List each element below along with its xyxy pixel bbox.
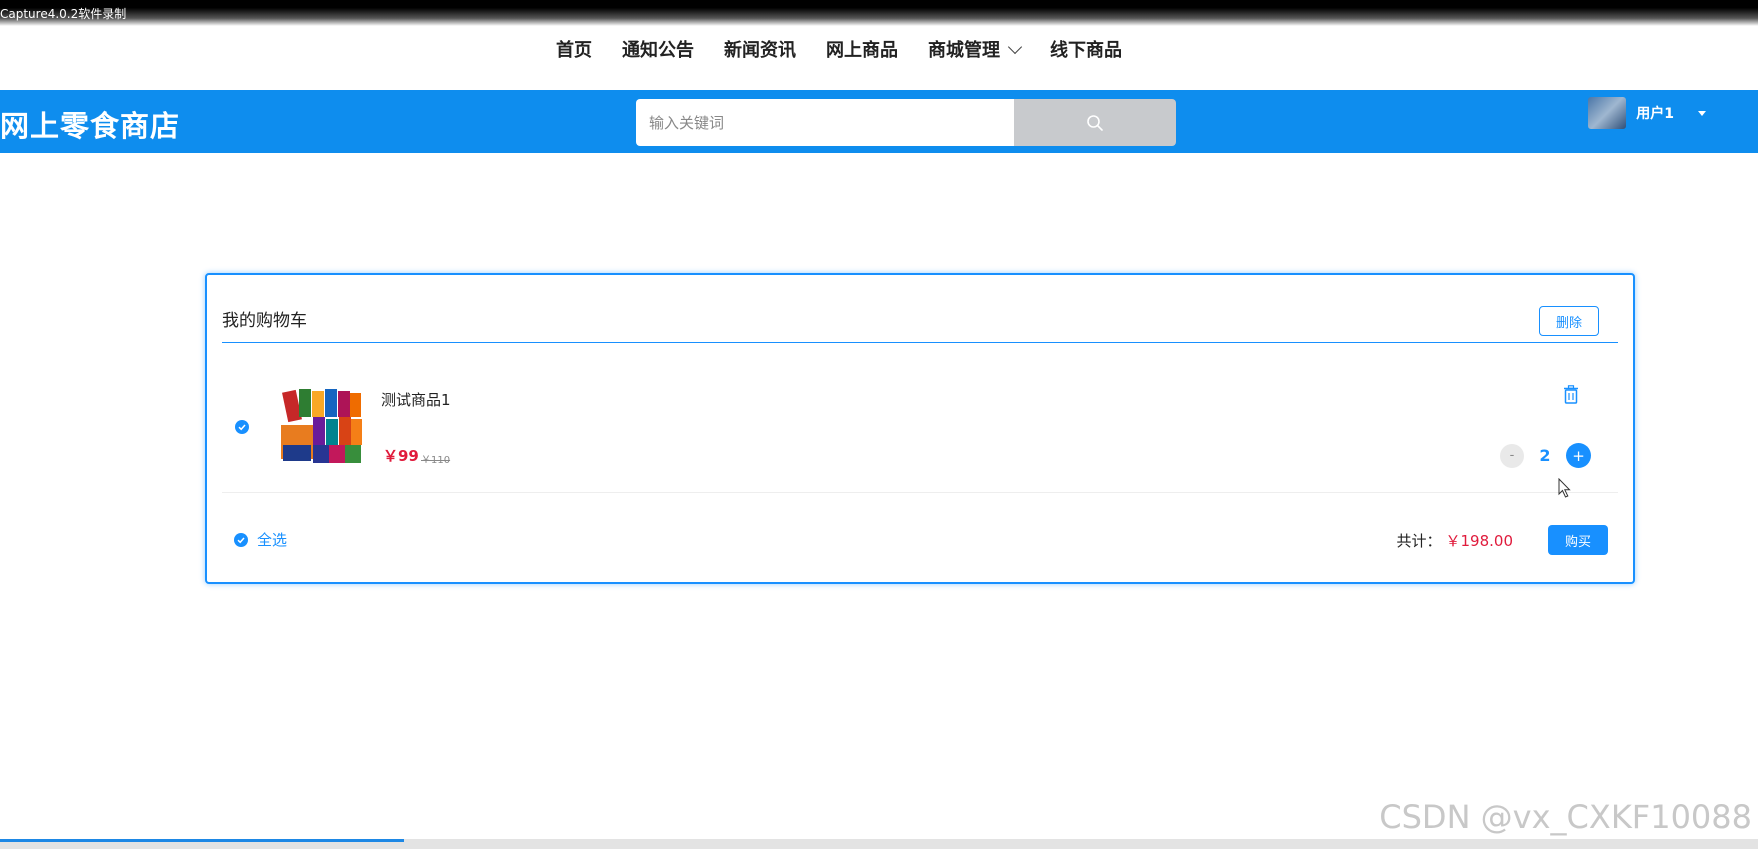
user-name: 用户1 bbox=[1636, 106, 1674, 122]
nav-item-label: 网上商品 bbox=[826, 40, 898, 61]
nav-item-notices[interactable]: 通知公告 bbox=[622, 36, 694, 62]
product-thumbnail[interactable] bbox=[279, 383, 363, 465]
site-logo-text[interactable]: 网上零食商店 bbox=[0, 103, 180, 145]
nav-item-home[interactable]: 首页 bbox=[556, 36, 592, 62]
trash-icon[interactable] bbox=[1563, 385, 1579, 408]
select-all-label: 全选 bbox=[257, 531, 288, 549]
quantity-value[interactable]: 2 bbox=[1524, 446, 1566, 465]
chevron-down-icon bbox=[1007, 39, 1023, 54]
recorder-label: Capture4.0.2软件录制 bbox=[0, 7, 127, 21]
nav-item-online-products[interactable]: 网上商品 bbox=[826, 36, 898, 62]
increase-quantity-button[interactable]: + bbox=[1566, 443, 1591, 468]
nav-item-offline-products[interactable]: 线下商品 bbox=[1050, 36, 1122, 62]
cart-title: 我的购物车 bbox=[222, 311, 307, 331]
check-icon bbox=[237, 537, 245, 543]
quantity-stepper: - 2 + bbox=[1500, 443, 1591, 468]
decrease-quantity-button[interactable]: - bbox=[1500, 443, 1524, 468]
nav-item-label: 新闻资讯 bbox=[724, 40, 796, 61]
cart-panel: 我的购物车 删除 测试商品1 ￥99 ￥110 - 2 + 全选 共计： ￥19… bbox=[205, 273, 1635, 584]
snack-pack-image bbox=[281, 389, 362, 463]
mouse-cursor-icon bbox=[1558, 478, 1571, 498]
title-divider bbox=[222, 342, 1618, 343]
nav-item-label: 首页 bbox=[556, 40, 592, 61]
search-button[interactable] bbox=[1014, 99, 1176, 146]
nav-item-label: 通知公告 bbox=[622, 40, 694, 61]
recorder-title-bar: Capture4.0.2软件录制 bbox=[0, 0, 1758, 26]
buy-button[interactable]: 购买 bbox=[1548, 525, 1608, 555]
page-progress-bar bbox=[0, 839, 405, 842]
search-icon bbox=[1087, 114, 1103, 131]
item-divider bbox=[222, 492, 1618, 493]
user-menu[interactable]: 用户1 bbox=[1588, 97, 1706, 129]
top-navigation: 首页 通知公告 新闻资讯 网上商品 商城管理 线下商品 bbox=[0, 34, 1758, 64]
check-icon bbox=[238, 424, 246, 431]
product-price: ￥99 bbox=[383, 447, 419, 465]
avatar bbox=[1588, 97, 1627, 129]
product-original-price: ￥110 bbox=[421, 455, 451, 466]
nav-item-label: 线下商品 bbox=[1050, 40, 1122, 61]
total-value: ￥198.00 bbox=[1445, 532, 1514, 550]
nav-item-label: 商城管理 bbox=[928, 40, 1000, 61]
cart-total: 共计： ￥198.00 bbox=[1396, 530, 1513, 551]
product-name[interactable]: 测试商品1 bbox=[381, 389, 451, 410]
search-input[interactable] bbox=[636, 99, 1014, 146]
nav-item-mall-management[interactable]: 商城管理 bbox=[928, 36, 1023, 62]
nav-item-news[interactable]: 新闻资讯 bbox=[724, 36, 796, 62]
item-checkbox[interactable] bbox=[235, 420, 249, 434]
total-label: 共计： bbox=[1396, 532, 1442, 550]
watermark: CSDN @vx_CXKF10088 bbox=[1379, 798, 1752, 836]
select-all-check[interactable] bbox=[234, 532, 248, 547]
select-all-checkbox[interactable]: 全选 bbox=[234, 529, 287, 550]
caret-down-icon bbox=[1698, 110, 1706, 116]
delete-button[interactable]: 删除 bbox=[1539, 306, 1599, 336]
search-box bbox=[636, 99, 1176, 146]
site-header: 网上零食商店 用户1 bbox=[0, 90, 1758, 153]
